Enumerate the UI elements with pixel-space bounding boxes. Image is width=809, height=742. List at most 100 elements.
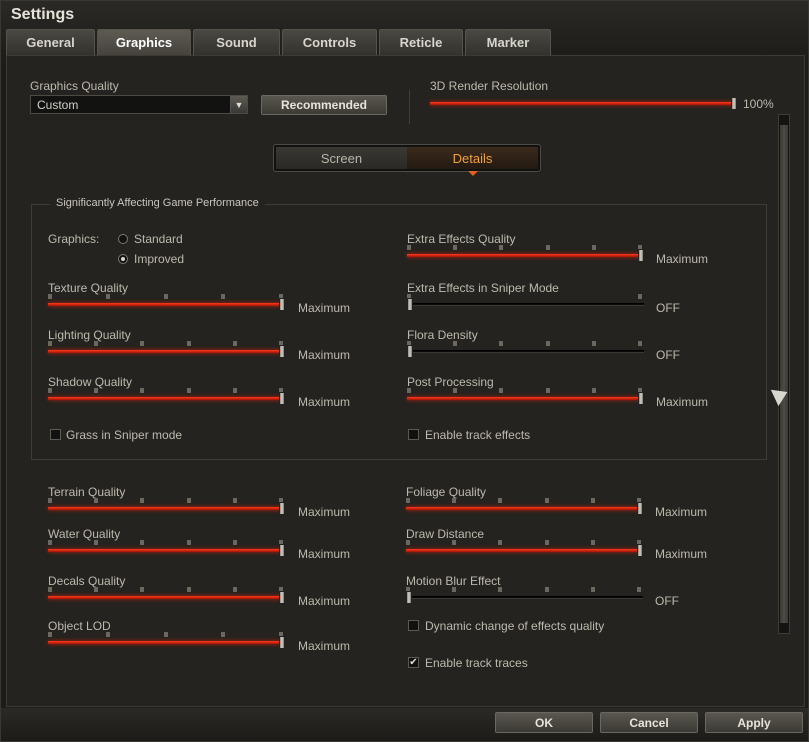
slider-tick xyxy=(163,294,168,299)
decals-quality-value: Maximum xyxy=(298,594,351,608)
lighting-quality-slider[interactable] xyxy=(48,341,285,358)
slider-knob[interactable] xyxy=(731,97,737,110)
object-lod-value: Maximum xyxy=(298,639,351,653)
terrain-quality-value: Maximum xyxy=(298,505,351,519)
slider-tick xyxy=(221,294,226,299)
tab-graphics[interactable]: Graphics xyxy=(97,29,191,55)
slider-knob[interactable] xyxy=(279,298,285,311)
slider-tick xyxy=(590,587,595,592)
apply-button[interactable]: Apply xyxy=(705,712,803,733)
slider-knob[interactable] xyxy=(279,392,285,405)
slider-knob[interactable] xyxy=(279,502,285,515)
slider-knob[interactable] xyxy=(406,591,412,604)
subtab-screen[interactable]: Screen xyxy=(276,147,407,169)
ok-button[interactable]: OK xyxy=(495,712,593,733)
shadow-quality-label: Shadow Quality xyxy=(48,375,133,389)
radio-standard[interactable] xyxy=(118,234,128,244)
motion-blur-slider[interactable] xyxy=(406,587,643,604)
slider-knob[interactable] xyxy=(407,298,413,311)
draw-distance-value: Maximum xyxy=(655,547,708,561)
extra-sniper-slider[interactable] xyxy=(407,294,644,311)
slider-knob[interactable] xyxy=(637,502,643,515)
post-processing-value: Maximum xyxy=(656,395,709,409)
dynamic-effects-checkbox[interactable] xyxy=(408,620,419,631)
slider-track xyxy=(407,303,644,306)
slider-tick xyxy=(232,341,237,346)
extra-sniper-label: Extra Effects in Sniper Mode xyxy=(407,281,559,295)
water-quality-slider[interactable] xyxy=(48,540,285,557)
slider-tick xyxy=(186,388,191,393)
extra-effects-slider[interactable] xyxy=(407,245,644,262)
slider-knob[interactable] xyxy=(279,591,285,604)
texture-quality-slider[interactable] xyxy=(48,294,285,311)
group-title: Significantly Affecting Game Performance xyxy=(50,197,265,209)
slider-tick xyxy=(406,498,410,503)
slider-tick xyxy=(591,341,596,346)
tab-reticle[interactable]: Reticle xyxy=(379,29,463,55)
graphics-quality-value: Custom xyxy=(37,98,79,112)
slider-tick xyxy=(48,540,52,545)
extra-sniper-value: OFF xyxy=(656,301,680,315)
slider-track xyxy=(406,596,643,599)
slider-tick xyxy=(48,498,52,503)
slider-tick xyxy=(638,341,642,346)
decals-quality-label: Decals Quality xyxy=(48,574,126,588)
grass-sniper-checkbox[interactable] xyxy=(50,429,61,440)
slider-fill xyxy=(406,507,640,510)
object-lod-slider[interactable] xyxy=(48,632,285,649)
slider-knob[interactable] xyxy=(637,544,643,557)
post-processing-slider[interactable] xyxy=(407,388,644,405)
terrain-quality-slider[interactable] xyxy=(48,498,285,515)
slider-tick xyxy=(406,540,410,545)
slider-tick xyxy=(94,587,99,592)
slider-tick xyxy=(186,587,191,592)
tab-marker[interactable]: Marker xyxy=(465,29,551,55)
slider-tick xyxy=(499,388,504,393)
slider-fill xyxy=(48,549,282,552)
track-traces-checkbox[interactable]: ✔ xyxy=(408,657,419,668)
draw-distance-slider[interactable] xyxy=(406,540,643,557)
slider-knob[interactable] xyxy=(638,392,644,405)
recommended-button[interactable]: Recommended xyxy=(261,95,387,115)
render-resolution-slider[interactable] xyxy=(430,93,737,110)
extra-effects-value: Maximum xyxy=(656,252,709,266)
slider-tick xyxy=(94,341,99,346)
radio-improved[interactable] xyxy=(118,254,128,264)
decals-quality-slider[interactable] xyxy=(48,587,285,604)
track-effects-label: Enable track effects xyxy=(425,428,531,442)
track-effects-checkbox[interactable] xyxy=(408,429,419,440)
shadow-quality-value: Maximum xyxy=(298,395,351,409)
vertical-scrollbar[interactable] xyxy=(778,114,790,634)
slider-knob[interactable] xyxy=(638,249,644,262)
lighting-quality-label: Lighting Quality xyxy=(48,328,131,342)
window-title: Settings xyxy=(11,6,75,23)
slider-knob[interactable] xyxy=(279,544,285,557)
slider-tick xyxy=(453,341,458,346)
foliage-quality-slider[interactable] xyxy=(406,498,643,515)
foliage-quality-label: Foliage Quality xyxy=(406,485,487,499)
scrollbar-thumb[interactable] xyxy=(780,125,788,623)
tab-controls[interactable]: Controls xyxy=(282,29,377,55)
chevron-down-icon[interactable]: ▼ xyxy=(230,96,247,113)
post-processing-label: Post Processing xyxy=(407,375,494,389)
radio-standard-label: Standard xyxy=(134,232,183,246)
slider-knob[interactable] xyxy=(407,345,413,358)
slider-knob[interactable] xyxy=(279,345,285,358)
slider-tick xyxy=(94,498,99,503)
grass-sniper-label: Grass in Sniper mode xyxy=(66,428,183,442)
slider-fill xyxy=(48,303,282,306)
subtab-details[interactable]: Details xyxy=(407,147,538,169)
tab-sound[interactable]: Sound xyxy=(193,29,280,55)
slider-knob[interactable] xyxy=(279,636,285,649)
cancel-button[interactable]: Cancel xyxy=(600,712,698,733)
slider-tick xyxy=(545,388,550,393)
object-lod-label: Object LOD xyxy=(48,619,111,633)
shadow-quality-slider[interactable] xyxy=(48,388,285,405)
flora-density-slider[interactable] xyxy=(407,341,644,358)
tab-general[interactable]: General xyxy=(6,29,95,55)
slider-tick xyxy=(590,540,595,545)
slider-tick xyxy=(186,498,191,503)
graphics-panel: Graphics Quality Custom ▼ Recommended 3D… xyxy=(6,55,805,707)
terrain-quality-label: Terrain Quality xyxy=(48,485,126,499)
graphics-quality-select[interactable]: Custom ▼ xyxy=(30,95,248,114)
